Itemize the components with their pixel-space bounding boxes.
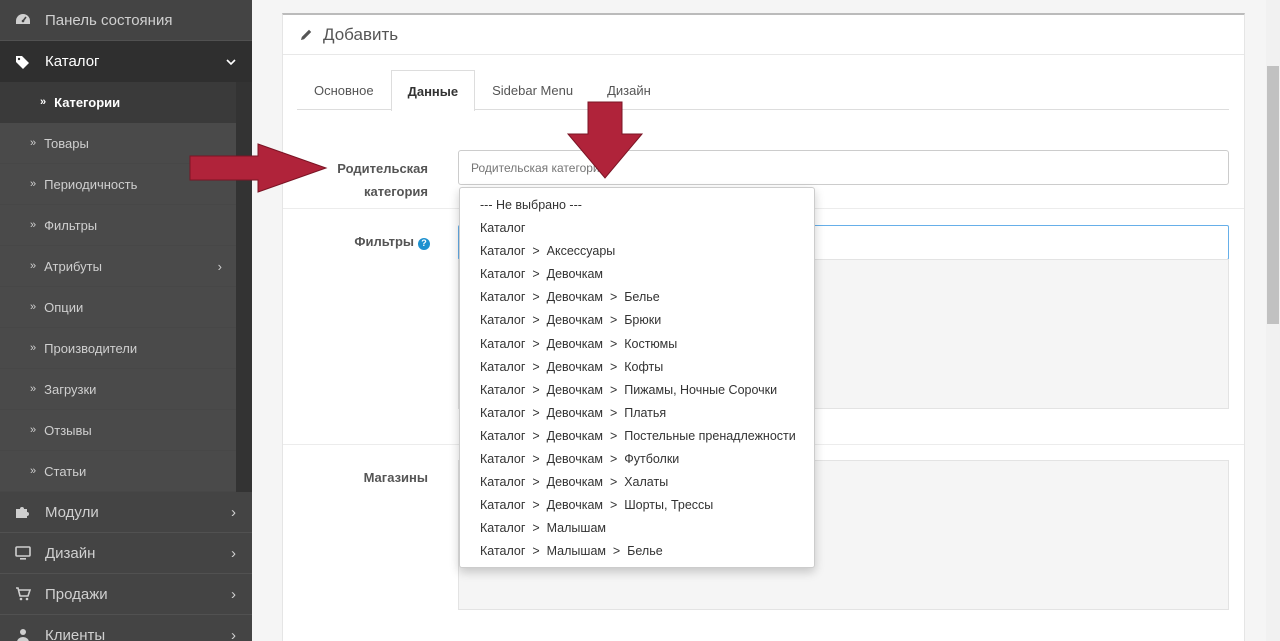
sidebar-item-label: Фильтры (44, 217, 98, 233)
sidebar-item-label: Категории (54, 94, 121, 110)
menu-modules-label: Модули (45, 503, 99, 521)
menu-clients[interactable]: Клиенты › (0, 615, 252, 641)
sidebar-item-options[interactable]: » Опции (0, 287, 236, 328)
sidebar-item-label: Загрузки (44, 381, 97, 397)
chevron-right-icon: › (231, 627, 236, 641)
double-chevron-icon: » (30, 219, 37, 231)
tab-general[interactable]: Основное (297, 70, 391, 110)
dropdown-option[interactable]: Каталог > Девочкам > Постельные пренадле… (460, 425, 814, 448)
dropdown-option[interactable]: Каталог > Девочкам > Белье (460, 286, 814, 309)
tab-bar: Основное Данные Sidebar Menu Дизайн (297, 70, 1229, 111)
sidebar: Панель состояния Каталог » Категории » Тов… (0, 0, 252, 641)
filters-label: Фильтры? (300, 230, 430, 253)
dropdown-option[interactable]: Каталог > Девочкам (460, 263, 814, 286)
menu-catalog-label: Каталог (45, 53, 100, 70)
tab-data[interactable]: Данные (390, 70, 476, 111)
double-chevron-icon: » (40, 96, 47, 108)
stores-label: Магазины (363, 470, 428, 485)
dropdown-option[interactable]: Каталог (460, 217, 814, 240)
dropdown-option[interactable]: Каталог > Девочкам > Костюмы (460, 333, 814, 356)
sidebar-item-filters[interactable]: » Фильтры (0, 205, 236, 246)
double-chevron-icon: » (30, 342, 37, 354)
dropdown-option[interactable]: Каталог > Девочкам > Футболки (460, 448, 814, 471)
chevron-right-icon: › (231, 586, 236, 603)
double-chevron-icon: » (30, 260, 37, 272)
sidebar-item-manufacturers[interactable]: » Производители (0, 328, 236, 369)
menu-sales[interactable]: Продажи › (0, 574, 252, 615)
puzzle-icon (0, 505, 45, 519)
menu-design-label: Дизайн (45, 544, 96, 562)
sidebar-item-reviews[interactable]: » Отзывы (0, 410, 236, 451)
sidebar-item-categories[interactable]: » Категории (0, 82, 236, 123)
sidebar-item-label: Отзывы (44, 422, 92, 438)
panel-heading: Добавить (283, 15, 1244, 55)
dropdown-option[interactable]: Каталог > Малышам (460, 517, 814, 540)
menu-dashboard-label: Панель состояния (45, 11, 173, 29)
sidebar-item-articles[interactable]: » Статьи (0, 451, 236, 492)
menu-clients-label: Клиенты (45, 626, 106, 641)
menu-design[interactable]: Дизайн › (0, 533, 252, 574)
cart-icon (0, 587, 45, 601)
double-chevron-icon: » (30, 178, 37, 190)
double-chevron-icon: » (30, 424, 37, 436)
pencil-icon (299, 28, 313, 42)
filters-label-text: Фильтры (354, 234, 414, 249)
sidebar-item-label: Атрибуты (44, 258, 102, 274)
dropdown-option[interactable]: Каталог > Девочкам > Кофты (460, 356, 814, 379)
dashboard-icon (0, 13, 45, 27)
dropdown-option[interactable]: Каталог > Девочкам > Платья (460, 402, 814, 425)
monitor-icon (0, 546, 45, 560)
menu-catalog[interactable]: Каталог (0, 41, 252, 82)
sidebar-item-attributes[interactable]: » Атрибуты › (0, 246, 236, 287)
chevron-right-icon: › (231, 504, 236, 521)
double-chevron-icon: » (30, 301, 37, 313)
double-chevron-icon: » (30, 465, 37, 477)
menu-modules[interactable]: Модули › (0, 492, 252, 533)
chevron-right-icon: › (231, 545, 236, 562)
arrow-right-annotation (189, 143, 328, 193)
question-icon[interactable]: ? (418, 237, 430, 250)
sidebar-item-label: Периодичность (44, 176, 138, 192)
dropdown-option[interactable]: Каталог > Аксессуары (460, 240, 814, 263)
parent-category-dropdown: --- Не выбрано --- Каталог Каталог > Акс… (459, 187, 815, 568)
sidebar-item-label: Товары (44, 135, 89, 151)
arrow-down-annotation (566, 101, 644, 179)
tag-icon (0, 55, 45, 69)
menu-sales-label: Продажи (45, 585, 108, 603)
dropdown-option[interactable]: Каталог > Девочкам > Брюки (460, 309, 814, 332)
scrollbar-thumb[interactable] (1267, 66, 1279, 324)
dropdown-option[interactable]: Каталог > Девочкам > Пижамы, Ночные Соро… (460, 379, 814, 402)
dropdown-option[interactable]: Каталог > Девочкам > Шорты, Трессы (460, 494, 814, 517)
chevron-down-icon (226, 41, 236, 82)
dropdown-option[interactable]: Каталог > Девочкам > Халаты (460, 471, 814, 494)
sidebar-item-label: Производители (44, 340, 138, 356)
sidebar-item-label: Опции (44, 299, 84, 315)
page-scrollbar[interactable] (1266, 0, 1280, 641)
dropdown-option[interactable]: --- Не выбрано --- (460, 194, 814, 217)
sidebar-item-label: Статьи (44, 463, 87, 479)
double-chevron-icon: » (30, 383, 37, 395)
menu-dashboard[interactable]: Панель состояния (0, 0, 252, 41)
chevron-right-icon: › (217, 258, 222, 274)
dropdown-option[interactable]: Каталог > Малышам > Белье (460, 540, 814, 563)
double-chevron-icon: » (30, 137, 37, 149)
sidebar-item-downloads[interactable]: » Загрузки (0, 369, 236, 410)
panel-title: Добавить (323, 24, 399, 44)
user-icon (0, 628, 45, 641)
